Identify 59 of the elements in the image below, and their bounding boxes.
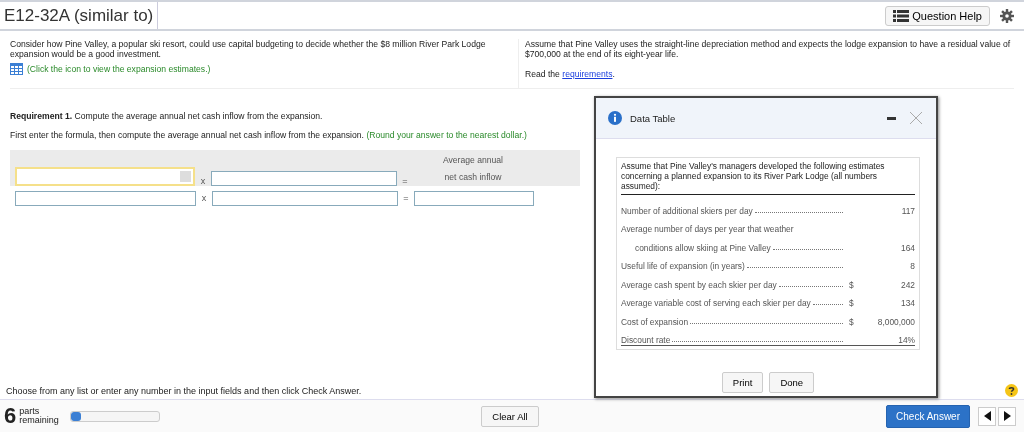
dialog-title: Data Table [630,112,676,124]
currency-sign: $ [849,298,854,308]
row-value: 8,000,000 [877,316,915,327]
dialog-button[interactable]: Print [721,372,764,393]
problem-text: Consider how Pine Valley, a popular ski resort, could use capital budgeting to decide whether the $8 million River Park Lodge expansion would be a good investment. [10,39,487,59]
check-answer-button[interactable]: Check Answer [886,404,970,428]
row-label: Useful life of expansion (in years) [621,261,745,271]
close-icon[interactable] [910,112,922,124]
row-label: Average cash spent by each skier per day [621,279,777,290]
rounding-hint: (Round your answer to the nearest dollar.) [366,130,527,140]
row-label: Discount rate [621,335,671,345]
row-label: Average number of days per year that weather [621,224,794,234]
input-field[interactable] [211,171,397,186]
currency-sign: $ [849,316,854,327]
equals-sign: = [401,176,409,186]
table-icon[interactable] [10,63,23,75]
table-intro: Assume that Pine Valley's managers developed the following estimates concerning a planned expansion to its River Park Lodge (all numbers assumed): [621,161,915,195]
parts-label: parts remaining [19,407,59,425]
hint-text: (Click the icon to view the expansion estimates.) [27,64,211,74]
clear-all-button[interactable]: Clear All [481,405,539,427]
input-field[interactable] [15,190,196,206]
list-icon [893,9,910,22]
next-button[interactable] [998,406,1016,426]
result-header: Average annual net cash inflow [441,154,505,184]
row-value: 164 [901,242,915,253]
instruction-text: Choose from any list or enter any number in the input fields and then click Check Answer. [6,385,362,396]
parts-count: 6 [4,403,17,429]
requirement-text: Requirement 1. Compute the average annual net cash inflow from the expansion. [10,111,323,121]
right-arrow-icon [1003,411,1011,421]
multiply-sign: x [200,193,208,203]
dialog-button[interactable]: Done [769,372,815,393]
read-sentence: Read the requirements. [525,69,615,79]
answer-field[interactable] [414,190,534,206]
row-value: 8 [910,261,915,271]
row-label: conditions allow skiing at Pine Valley [634,242,771,253]
dot-leader [772,248,843,250]
row-label: Number of additional skiers per day [621,205,753,216]
dot-leader [812,304,843,305]
instruction-text: First enter the formula, then compute the average annual net cash inflow from the expansion. [10,130,364,140]
row-value: 14% [898,335,915,345]
info-icon [608,111,622,125]
left-arrow-icon [983,411,991,421]
equals-sign: = [402,193,410,203]
input-field[interactable] [212,190,398,206]
previous-button[interactable] [978,406,996,426]
minimize-icon[interactable] [887,116,896,120]
dot-leader [778,285,843,287]
multiply-sign: x [199,176,207,186]
row-value: 242 [901,279,915,290]
question-title: E12-32A (similar to) [0,2,159,29]
question-help-button[interactable]: Question Help [885,5,990,26]
row-label: Cost of expansion [621,316,689,327]
currency-sign: $ [849,279,854,290]
help-icon[interactable] [1005,384,1018,397]
settings-icon[interactable] [1000,8,1014,23]
row-label: Average variable cost of serving each skier per day [621,298,811,308]
assumption-text: Assume that Pine Valley uses the straight-line depreciation method and expects the lodge expansion to have a residual value of $700,000 at the end of its eight-year life. [525,39,1012,59]
row-value: 117 [901,205,915,216]
row-value: 134 [901,298,915,308]
